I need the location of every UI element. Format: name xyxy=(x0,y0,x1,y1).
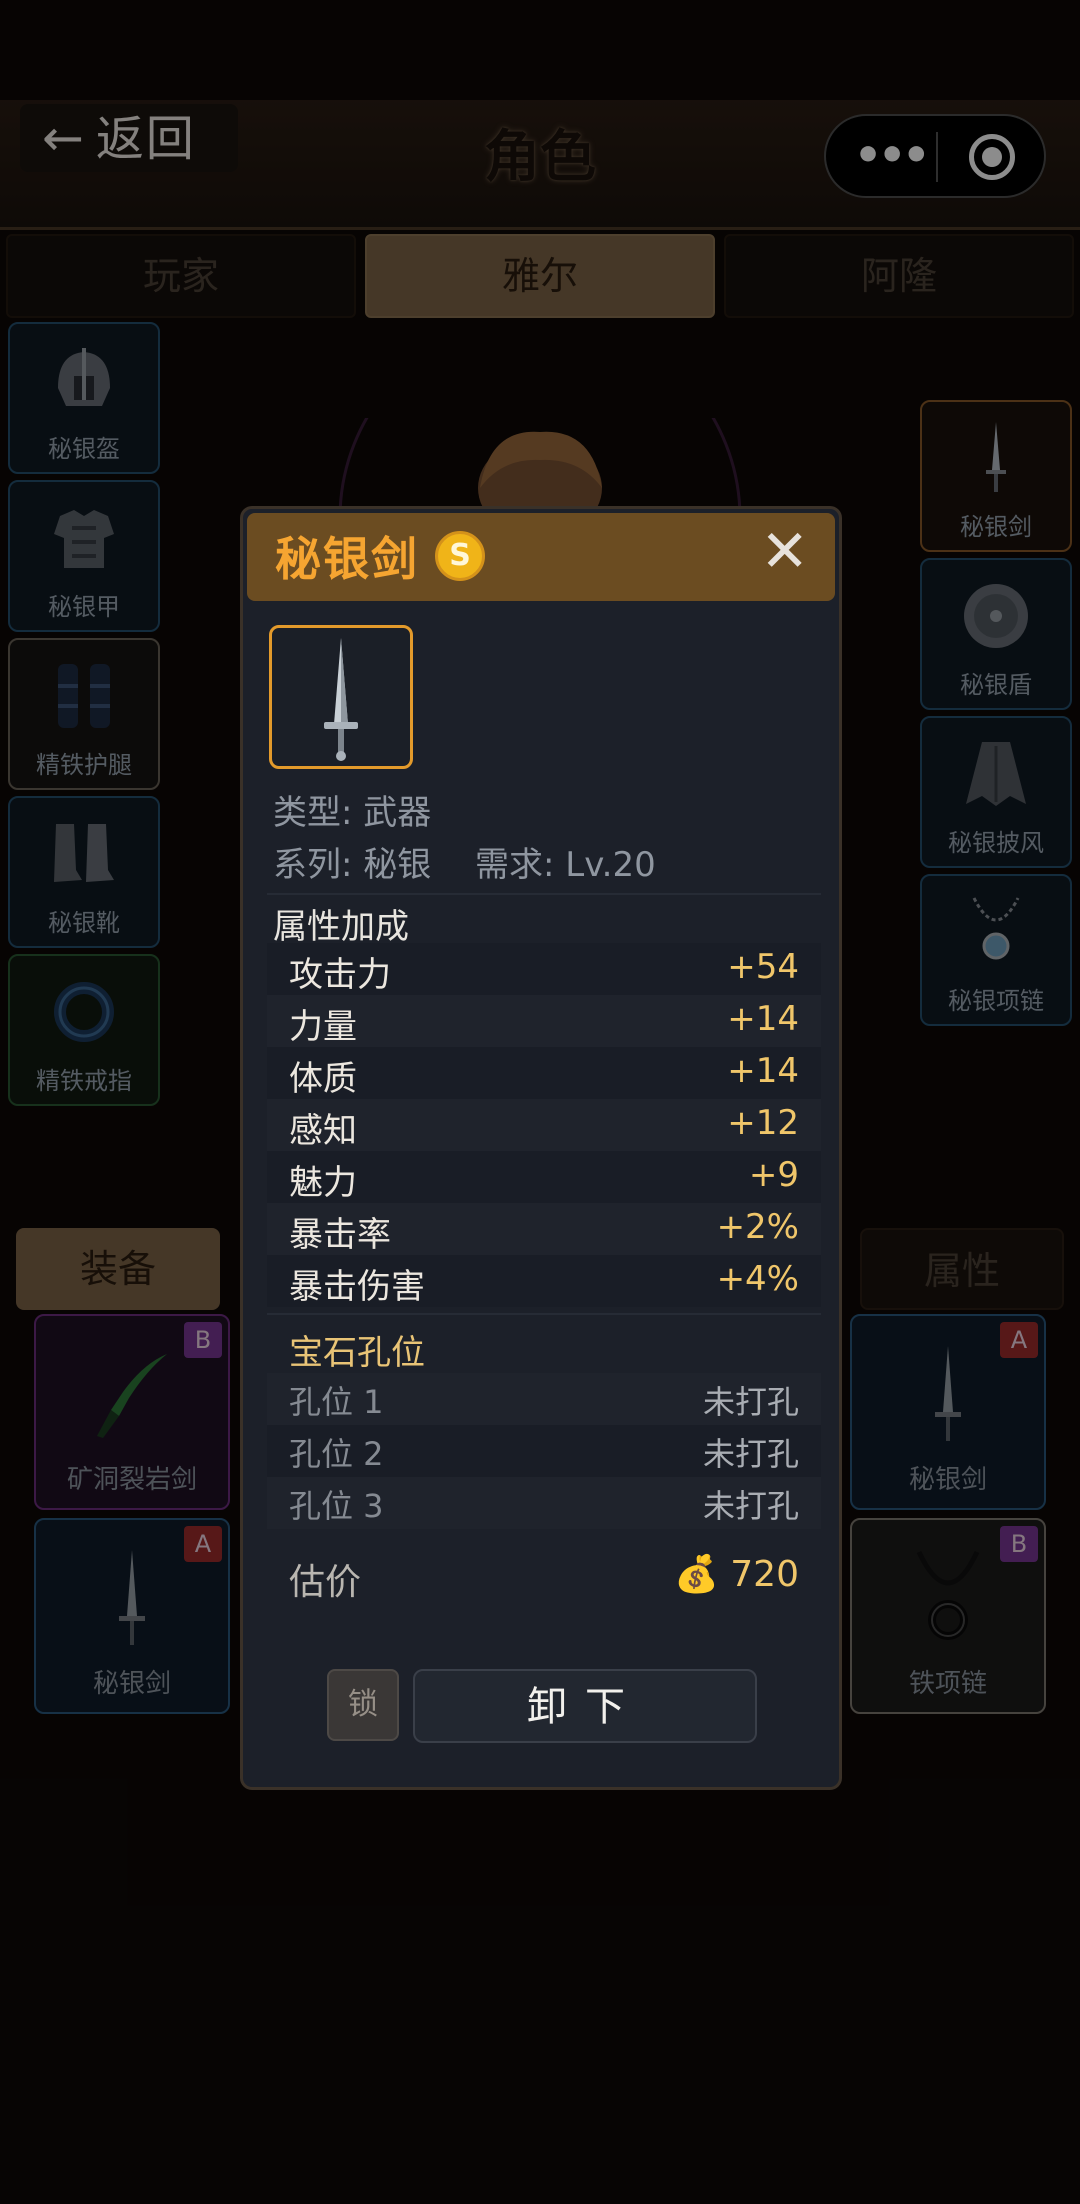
lock-button[interactable]: 锁 xyxy=(327,1669,399,1741)
gem-slot-row: 孔位 1 未打孔 xyxy=(267,1373,821,1425)
stat-name: 体质 xyxy=(289,1059,357,1099)
stat-name: 力量 xyxy=(289,1007,357,1047)
stat-row: 力量 +14 xyxy=(267,995,821,1047)
price-value: 💰 720 xyxy=(674,1553,799,1595)
stat-value: +4% xyxy=(716,1259,799,1299)
stat-value: +9 xyxy=(748,1155,799,1195)
stat-name: 暴击伤害 xyxy=(289,1267,425,1307)
stat-row: 攻击力 +54 xyxy=(267,943,821,995)
gem-slot-row: 孔位 2 未打孔 xyxy=(267,1425,821,1477)
stat-row: 暴击伤害 +4% xyxy=(267,1255,821,1307)
item-series: 系列: 秘银 xyxy=(273,845,432,885)
unequip-button[interactable]: 卸下 xyxy=(413,1669,757,1743)
item-detail-modal: 秘银剑 S ✕ 类型: 武器 系列: 秘银 需求: Lv.20 属性加成 攻击力… xyxy=(240,506,842,1790)
gem-slot-name: 孔位 3 xyxy=(289,1487,384,1525)
gem-slot-row: 孔位 3 未打孔 xyxy=(267,1477,821,1529)
gem-slots-title: 宝石孔位 xyxy=(289,1333,425,1373)
divider xyxy=(267,893,821,895)
sword-icon xyxy=(324,638,358,761)
item-requirement: 需求: Lv.20 xyxy=(475,845,656,885)
price-label: 估价 xyxy=(289,1562,362,1603)
gem-slot-name: 孔位 1 xyxy=(289,1383,384,1421)
stat-row: 体质 +14 xyxy=(267,1047,821,1099)
currency-coin-icon: S xyxy=(435,531,485,581)
gem-slot-status: 未打孔 xyxy=(702,1487,799,1525)
money-bag-icon: 💰 xyxy=(674,1554,719,1595)
price-row: 估价 💰 720 xyxy=(289,1549,799,1609)
modal-header: 秘银剑 S ✕ xyxy=(247,513,835,601)
stat-row: 感知 +12 xyxy=(267,1099,821,1151)
stat-value: +12 xyxy=(727,1103,799,1143)
stat-row: 魅力 +9 xyxy=(267,1151,821,1203)
stat-name: 攻击力 xyxy=(289,955,391,995)
stat-name: 暴击率 xyxy=(289,1215,391,1255)
price-amount: 720 xyxy=(730,1554,799,1595)
attributes-title: 属性加成 xyxy=(273,907,409,947)
item-icon-frame xyxy=(269,625,413,769)
stat-value: +2% xyxy=(716,1207,799,1247)
stat-row: 暴击率 +2% xyxy=(267,1203,821,1255)
item-type: 类型: 武器 xyxy=(273,793,432,833)
stat-value: +54 xyxy=(727,947,799,987)
stat-value: +14 xyxy=(727,999,799,1039)
item-title: 秘银剑 xyxy=(275,532,419,586)
gem-slot-status: 未打孔 xyxy=(702,1383,799,1421)
stat-name: 魅力 xyxy=(289,1163,357,1203)
gem-slot-status: 未打孔 xyxy=(702,1435,799,1473)
close-icon[interactable]: ✕ xyxy=(760,521,809,581)
divider xyxy=(267,1313,821,1315)
gem-slot-name: 孔位 2 xyxy=(289,1435,384,1473)
stat-name: 感知 xyxy=(289,1111,357,1151)
stat-value: +14 xyxy=(727,1051,799,1091)
